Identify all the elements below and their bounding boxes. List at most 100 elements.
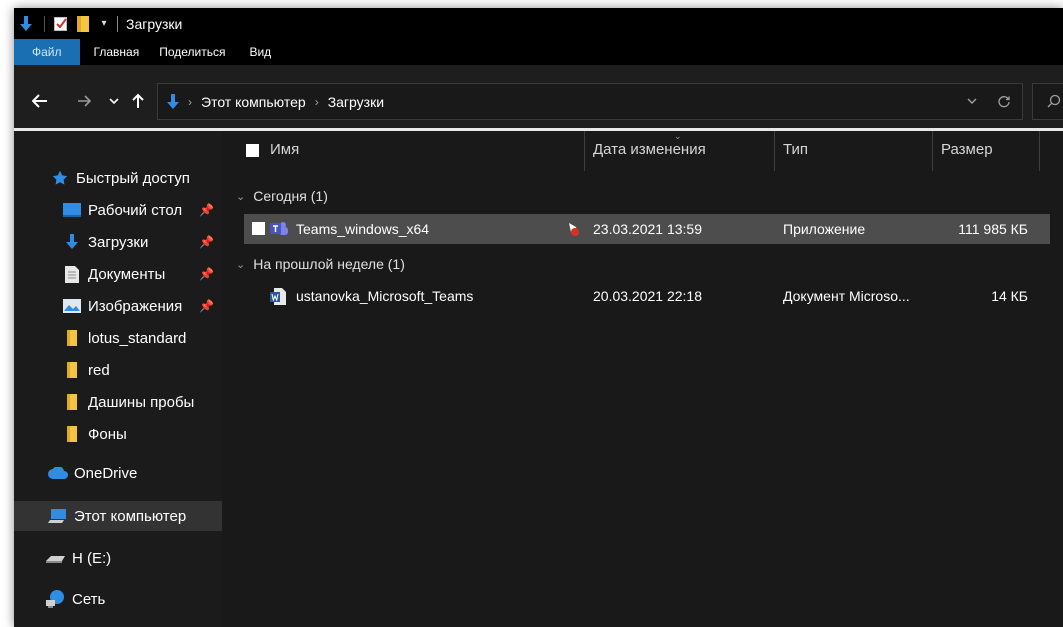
file-type: Документ Microso... [783, 288, 910, 304]
file-row[interactable]: ustanovka_Microsoft_Teams 20.03.2021 22:… [244, 281, 1050, 311]
tab-home[interactable]: Главная [80, 39, 154, 65]
file-size: 111 985 КБ [958, 221, 1028, 237]
pin-icon[interactable]: 📌 [199, 235, 214, 249]
search-icon [1047, 94, 1061, 108]
title-bar: ▾ Загрузки [14, 8, 1063, 39]
nav-label: Быстрый доступ [76, 169, 190, 187]
group-header-last-week[interactable]: ⌄ На прошлой неделе (1) [236, 249, 405, 279]
network-icon [46, 589, 66, 609]
qa-separator [44, 15, 45, 32]
properties-check-icon[interactable] [51, 8, 71, 39]
nav-label: Изображения [88, 297, 183, 315]
up-arrow-icon[interactable] [130, 89, 146, 113]
breadcrumb-downloads[interactable]: Загрузки [328, 94, 384, 110]
nav-item-network[interactable]: Сеть [14, 584, 222, 614]
column-divider[interactable] [932, 131, 933, 171]
nav-item-documents[interactable]: Документы 📌 [14, 259, 222, 289]
address-actions [958, 84, 1022, 119]
nav-item-drive[interactable]: H (E:) [14, 543, 222, 573]
nav-label: Документы [88, 265, 166, 283]
forward-arrow-icon[interactable] [74, 89, 94, 113]
column-type[interactable]: Тип [783, 141, 808, 158]
nav-label: Загрузки [88, 233, 149, 251]
recent-locations-chevron-icon[interactable] [106, 89, 122, 113]
collapse-chevron-icon: ⌄ [236, 190, 246, 203]
file-name: Teams_windows_x64 [296, 221, 430, 237]
file-row[interactable]: Teams_windows_x64 23.03.2021 13:59 Прило… [244, 214, 1050, 244]
column-header-row: Имя ⌄ Дата изменения Тип Размер [222, 131, 1063, 171]
folder-icon [62, 392, 82, 412]
nav-label: red [88, 361, 110, 379]
download-arrow-icon [62, 232, 82, 252]
folder-icon [62, 424, 82, 444]
nav-label: Дашины пробы [88, 393, 195, 411]
row-checkbox[interactable] [252, 222, 265, 235]
column-divider[interactable] [774, 131, 775, 171]
nav-label: Фоны [88, 425, 127, 443]
search-input[interactable] [1032, 83, 1063, 120]
customize-toolbar-icon[interactable]: ▾ [95, 8, 113, 39]
column-size[interactable]: Размер [941, 141, 993, 158]
column-name[interactable]: Имя [270, 141, 299, 158]
pictures-icon [62, 296, 82, 316]
location-download-icon [166, 93, 180, 110]
title-separator [117, 15, 118, 32]
nav-item-folder[interactable]: lotus_standard [14, 323, 222, 353]
navigation-pane: Быстрый доступ Рабочий стол 📌 Загрузки 📌… [14, 131, 222, 627]
file-type: Приложение [783, 221, 866, 237]
nav-quick-access[interactable]: Быстрый доступ [14, 163, 222, 193]
nav-label: lotus_standard [88, 329, 187, 347]
folder-icon [62, 328, 82, 348]
nav-label: OneDrive [74, 464, 138, 482]
column-divider[interactable] [584, 131, 585, 171]
column-divider[interactable] [1039, 131, 1040, 171]
file-date: 20.03.2021 22:18 [593, 288, 702, 304]
nav-item-this-pc[interactable]: Этот компьютер [14, 501, 222, 531]
file-date: 23.03.2021 13:59 [593, 221, 702, 237]
address-bar[interactable]: › Этот компьютер › Загрузки [157, 83, 1023, 120]
nav-label: H (E:) [72, 549, 112, 567]
drive-icon [46, 548, 66, 568]
computer-icon [48, 506, 68, 526]
breadcrumb-chevron-icon[interactable]: › [188, 95, 192, 109]
nav-label: Рабочий стол [88, 201, 183, 219]
download-arrow-icon[interactable] [14, 8, 38, 39]
ribbon-tabs: Файл Главная Поделиться Вид [14, 39, 1063, 65]
star-icon [50, 168, 70, 188]
breadcrumb-chevron-icon[interactable]: › [315, 95, 319, 109]
select-all-checkbox[interactable] [246, 144, 259, 157]
nav-item-pictures[interactable]: Изображения 📌 [14, 291, 222, 321]
file-size: 14 КБ [991, 288, 1028, 304]
breadcrumb-this-pc[interactable]: Этот компьютер [201, 94, 306, 110]
group-header-today[interactable]: ⌄ Сегодня (1) [236, 181, 328, 211]
window-title: Загрузки [126, 15, 183, 32]
tab-share[interactable]: Поделиться [153, 39, 239, 65]
nav-item-folder[interactable]: red [14, 355, 222, 385]
file-list-pane: Имя ⌄ Дата изменения Тип Размер ⌄ Сегодн… [222, 131, 1063, 627]
pin-icon[interactable]: 📌 [199, 267, 214, 281]
quick-access-toolbar: ▾ [14, 8, 113, 39]
nav-item-folder[interactable]: Дашины пробы [14, 387, 222, 417]
group-label: На прошлой неделе (1) [253, 256, 405, 272]
nav-label: Сеть [72, 590, 106, 608]
file-explorer-window: ▾ Загрузки Файл Главная Поделиться Вид › [14, 8, 1063, 627]
cursor-icon [567, 214, 581, 244]
collapse-chevron-icon: ⌄ [236, 258, 246, 271]
refresh-icon[interactable] [986, 95, 1022, 109]
pin-icon[interactable]: 📌 [199, 203, 214, 217]
address-dropdown-icon[interactable] [958, 98, 986, 105]
nav-item-onedrive[interactable]: OneDrive [14, 458, 222, 488]
tab-view[interactable]: Вид [239, 39, 285, 65]
back-arrow-icon[interactable] [30, 89, 50, 113]
tab-file[interactable]: Файл [14, 39, 80, 65]
group-label: Сегодня (1) [253, 188, 328, 204]
column-date[interactable]: Дата изменения [593, 141, 706, 158]
nav-item-desktop[interactable]: Рабочий стол 📌 [14, 195, 222, 225]
nav-item-downloads[interactable]: Загрузки 📌 [14, 227, 222, 257]
file-name: ustanovka_Microsoft_Teams [296, 288, 474, 304]
teams-icon [270, 214, 288, 244]
word-doc-icon [270, 281, 286, 311]
pin-icon[interactable]: 📌 [199, 299, 214, 313]
nav-item-folder[interactable]: Фоны [14, 419, 222, 449]
new-folder-icon[interactable] [71, 8, 95, 39]
